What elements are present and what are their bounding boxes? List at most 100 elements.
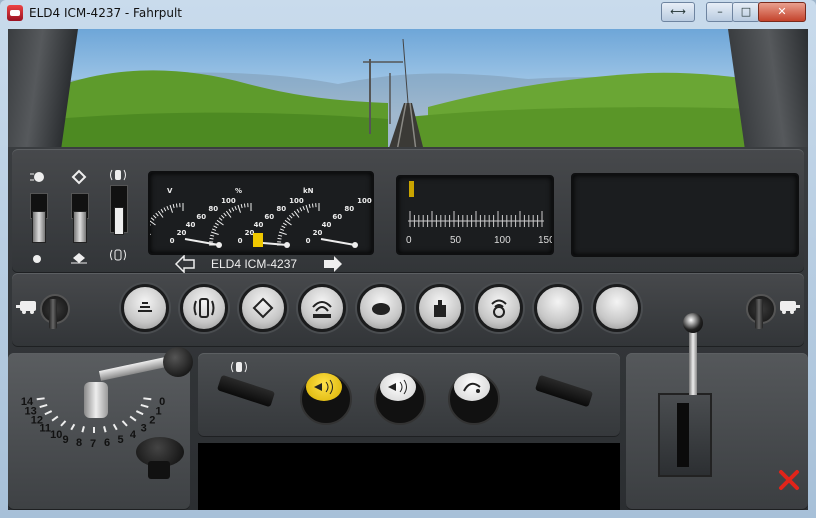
gauge-tick: [175, 203, 178, 208]
gauge-tick: [166, 206, 169, 211]
maximize-button[interactable]: □: [732, 2, 760, 22]
cab-signal-small-icon: [228, 359, 250, 373]
gauge-tick: [228, 208, 232, 213]
horn-button[interactable]: [306, 373, 342, 401]
gauge-tick: [169, 204, 173, 213]
cab-right-lever[interactable]: [755, 299, 763, 329]
gauge-tick: [288, 214, 293, 219]
sound-bar: [313, 314, 331, 318]
throttle-notch-tick: [81, 426, 85, 433]
function-button-2[interactable]: [180, 284, 228, 332]
gauge-tick: [231, 207, 235, 212]
throttle-notch-tick: [103, 426, 107, 433]
speed-scale: 0 50 100 150: [406, 181, 555, 246]
gauge-tick: [163, 207, 167, 212]
gauge-tick-label: 40: [254, 221, 264, 229]
gauge-tick-label: 60: [196, 213, 206, 221]
reverser-slot: [677, 403, 689, 467]
cab-signal-toggle[interactable]: [114, 207, 124, 235]
gauge-tick: [237, 204, 241, 213]
horn-icon: [314, 379, 333, 395]
gauge-tick-label: 80: [344, 205, 354, 213]
pantograph-glyph: [252, 297, 274, 319]
reverser-lever[interactable]: [689, 323, 697, 395]
horn-signal-glyph: [493, 306, 505, 318]
gauge-tick: [212, 228, 217, 231]
reverser-knob[interactable]: [683, 313, 703, 333]
gauge-unit: V: [167, 187, 173, 195]
coupling-icon: [193, 298, 215, 318]
resize-button[interactable]: ⟷: [661, 2, 695, 22]
cab-left-lever[interactable]: [49, 299, 57, 329]
function-button-4[interactable]: [298, 284, 346, 332]
gauge-tick-label: 40: [322, 221, 332, 229]
gauge-tick: [278, 234, 283, 237]
sand-icon: [463, 382, 481, 393]
gauge-tick-label: 0: [238, 237, 243, 245]
app-window: ELD4 ICM-4237 - Fahrpult ⟷ – □ ✕ 0 20 40…: [0, 0, 816, 518]
throttle-knob[interactable]: [163, 347, 193, 377]
sound-glyph: [312, 301, 332, 312]
gauge-tick: [213, 225, 218, 229]
speed-marker: [409, 181, 414, 197]
blank: [545, 295, 571, 321]
throttle-notch-tick: [135, 410, 144, 416]
function-button-3[interactable]: [239, 284, 287, 332]
prev-vehicle-button[interactable]: [174, 254, 196, 274]
coupling-waves: [193, 300, 215, 316]
gauge-tick: [299, 207, 303, 212]
function-button-5[interactable]: [357, 284, 405, 332]
speed-tick-label: 50: [450, 235, 462, 246]
function-button-7[interactable]: [475, 284, 523, 332]
gauge-tick: [234, 206, 237, 211]
function-button-8[interactable]: [534, 284, 582, 332]
gauge-tick: [277, 237, 282, 240]
gauge-tick-label: 40: [186, 221, 196, 229]
gauges: 020406080100V020406080100%020406080100kN: [141, 187, 372, 248]
speed-tick-label: 0: [406, 235, 412, 246]
throttle-notch-tick: [39, 403, 48, 409]
gauge-tick-label: 80: [276, 205, 286, 213]
throttle-notch-tick: [51, 415, 59, 422]
gauge-tick-label: 100: [357, 197, 372, 205]
cab-signal-off-icon: [108, 247, 128, 263]
gauge-tick-label: 100: [289, 197, 304, 205]
throttle-notch-tick: [60, 420, 67, 427]
throttle-notch-tick: [140, 403, 149, 409]
landscape: [8, 38, 808, 151]
pantograph-icon: [252, 297, 274, 319]
throttle-notch-label: 2: [149, 415, 155, 427]
throttle-notch-label: 6: [104, 437, 110, 449]
next-vehicle-button[interactable]: [322, 255, 344, 273]
whistle-button[interactable]: [380, 373, 416, 401]
headlight-glyph: [138, 302, 152, 312]
gauge-tick-label: 80: [208, 205, 218, 213]
gauge-tick: [278, 231, 287, 235]
turtle-glyph: [372, 303, 390, 315]
gauge-tick: [210, 231, 219, 235]
function-button-1[interactable]: [121, 284, 169, 332]
throttle-notch-label: 4: [130, 429, 137, 441]
close-cab-icon[interactable]: [778, 469, 800, 491]
headlight-toggle[interactable]: [32, 211, 46, 243]
cab-left-icon: [16, 299, 38, 315]
gauge-tick: [223, 212, 227, 217]
sand-button[interactable]: [454, 373, 490, 401]
close-window-button[interactable]: ✕: [758, 2, 806, 22]
function-button-6[interactable]: [416, 284, 464, 332]
title-bar[interactable]: ELD4 ICM-4237 - Fahrpult ⟷ – □ ✕: [0, 0, 816, 28]
pantograph-toggle[interactable]: [73, 211, 87, 243]
minimize-button[interactable]: –: [706, 2, 734, 22]
gauge-screen: 0 20 40 60 80 100 V 0 20 40 60 80 100% 0 20 40 60 80 100 kN: [141, 171, 374, 255]
gauge-tick: [291, 212, 295, 217]
function-button-9[interactable]: [593, 284, 641, 332]
gauge-level-fill: [253, 233, 263, 247]
gauge-tick: [142, 231, 151, 235]
weight-glyph: [434, 305, 446, 317]
horn-signal-icon: [491, 299, 507, 318]
gauge-tick: [220, 214, 225, 219]
brake-knob-base: [148, 461, 170, 479]
throttle-hub: [84, 382, 108, 418]
throttle-notch-label: 3: [141, 423, 147, 435]
windshield-view: [8, 29, 808, 151]
